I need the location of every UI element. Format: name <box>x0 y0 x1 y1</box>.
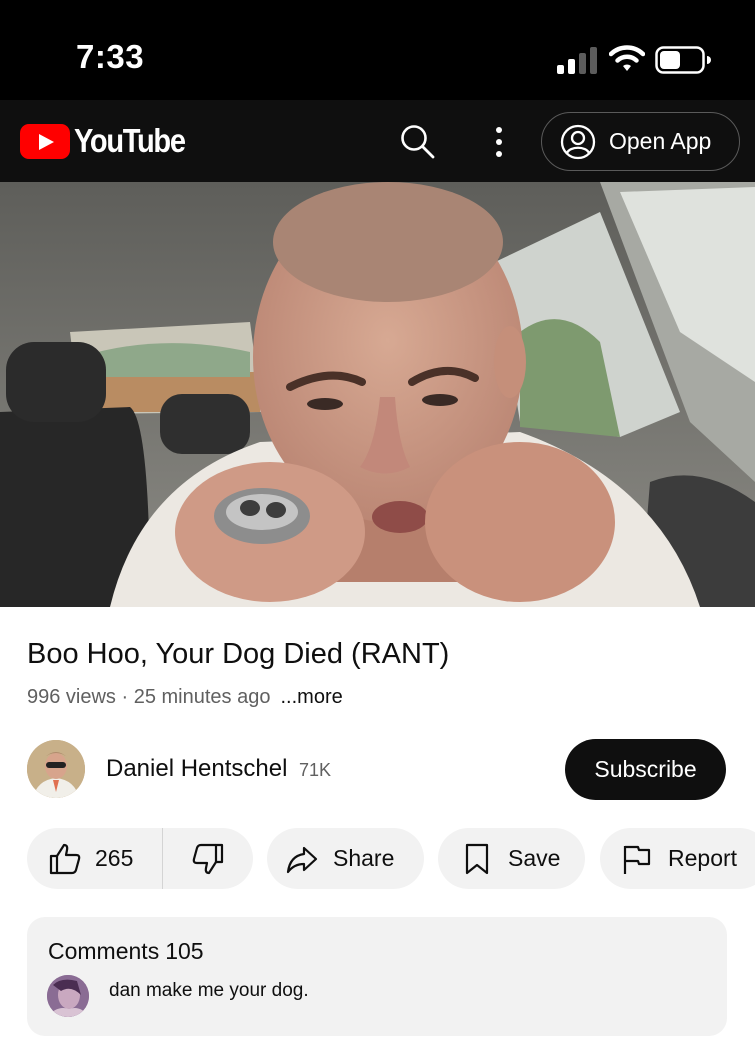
top-comment-text: dan make me your dog. <box>109 980 309 1001</box>
share-button[interactable]: Share <box>267 828 424 889</box>
video-thumbnail-image <box>0 182 755 607</box>
cellular-signal-icon <box>557 46 601 74</box>
share-label: Share <box>333 845 395 871</box>
more-vert-icon[interactable] <box>486 122 512 162</box>
report-button[interactable]: Report <box>600 828 755 889</box>
commenter-avatar <box>47 975 89 1017</box>
share-icon <box>286 846 318 873</box>
thumbs-up-icon <box>49 843 81 874</box>
logo-text: YouTube <box>74 122 186 159</box>
save-button[interactable]: Save <box>438 828 585 889</box>
search-icon[interactable] <box>398 122 438 162</box>
bookmark-icon <box>465 843 489 874</box>
channel-name[interactable]: Daniel Hentschel <box>106 755 287 783</box>
youtube-logo[interactable]: YouTube <box>20 122 200 160</box>
comments-label: Comments <box>48 938 160 964</box>
video-title[interactable]: Boo Hoo, Your Dog Died (RANT) <box>27 638 449 671</box>
youtube-play-icon <box>20 123 70 159</box>
flag-icon <box>623 845 651 874</box>
status-time: 7:33 <box>76 38 145 75</box>
like-count: 265 <box>95 845 134 871</box>
meta-separator: · <box>115 686 134 708</box>
more-link[interactable]: ...more <box>280 686 342 708</box>
save-label: Save <box>508 845 561 871</box>
subscribe-button[interactable]: Subscribe <box>565 739 726 800</box>
report-label: Report <box>668 845 738 871</box>
view-count: 996 views <box>27 686 116 708</box>
battery-icon <box>655 46 711 74</box>
comments-section[interactable]: Comments 105 dan make me your dog. <box>27 917 727 1036</box>
thumbs-down-icon <box>192 843 224 874</box>
open-app-label: Open App <box>609 128 712 154</box>
comments-count: 105 <box>165 938 204 964</box>
video-player[interactable] <box>0 182 755 607</box>
open-app-button[interactable]: Open App <box>541 112 740 171</box>
comments-header: Comments 105 <box>48 938 204 965</box>
dislike-button[interactable] <box>163 828 253 889</box>
like-dislike-group: 265 <box>27 828 253 889</box>
like-button[interactable]: 265 <box>27 828 163 889</box>
status-bar: 7:33 <box>0 0 755 100</box>
video-meta[interactable]: 996 views · 25 minutes ago ...more <box>27 686 343 709</box>
status-icons <box>557 42 717 78</box>
upload-age: 25 minutes ago <box>133 686 271 708</box>
account-icon <box>560 124 596 159</box>
subscriber-count: 71K <box>299 760 332 780</box>
wifi-icon <box>609 45 645 71</box>
channel-avatar[interactable] <box>27 740 85 798</box>
